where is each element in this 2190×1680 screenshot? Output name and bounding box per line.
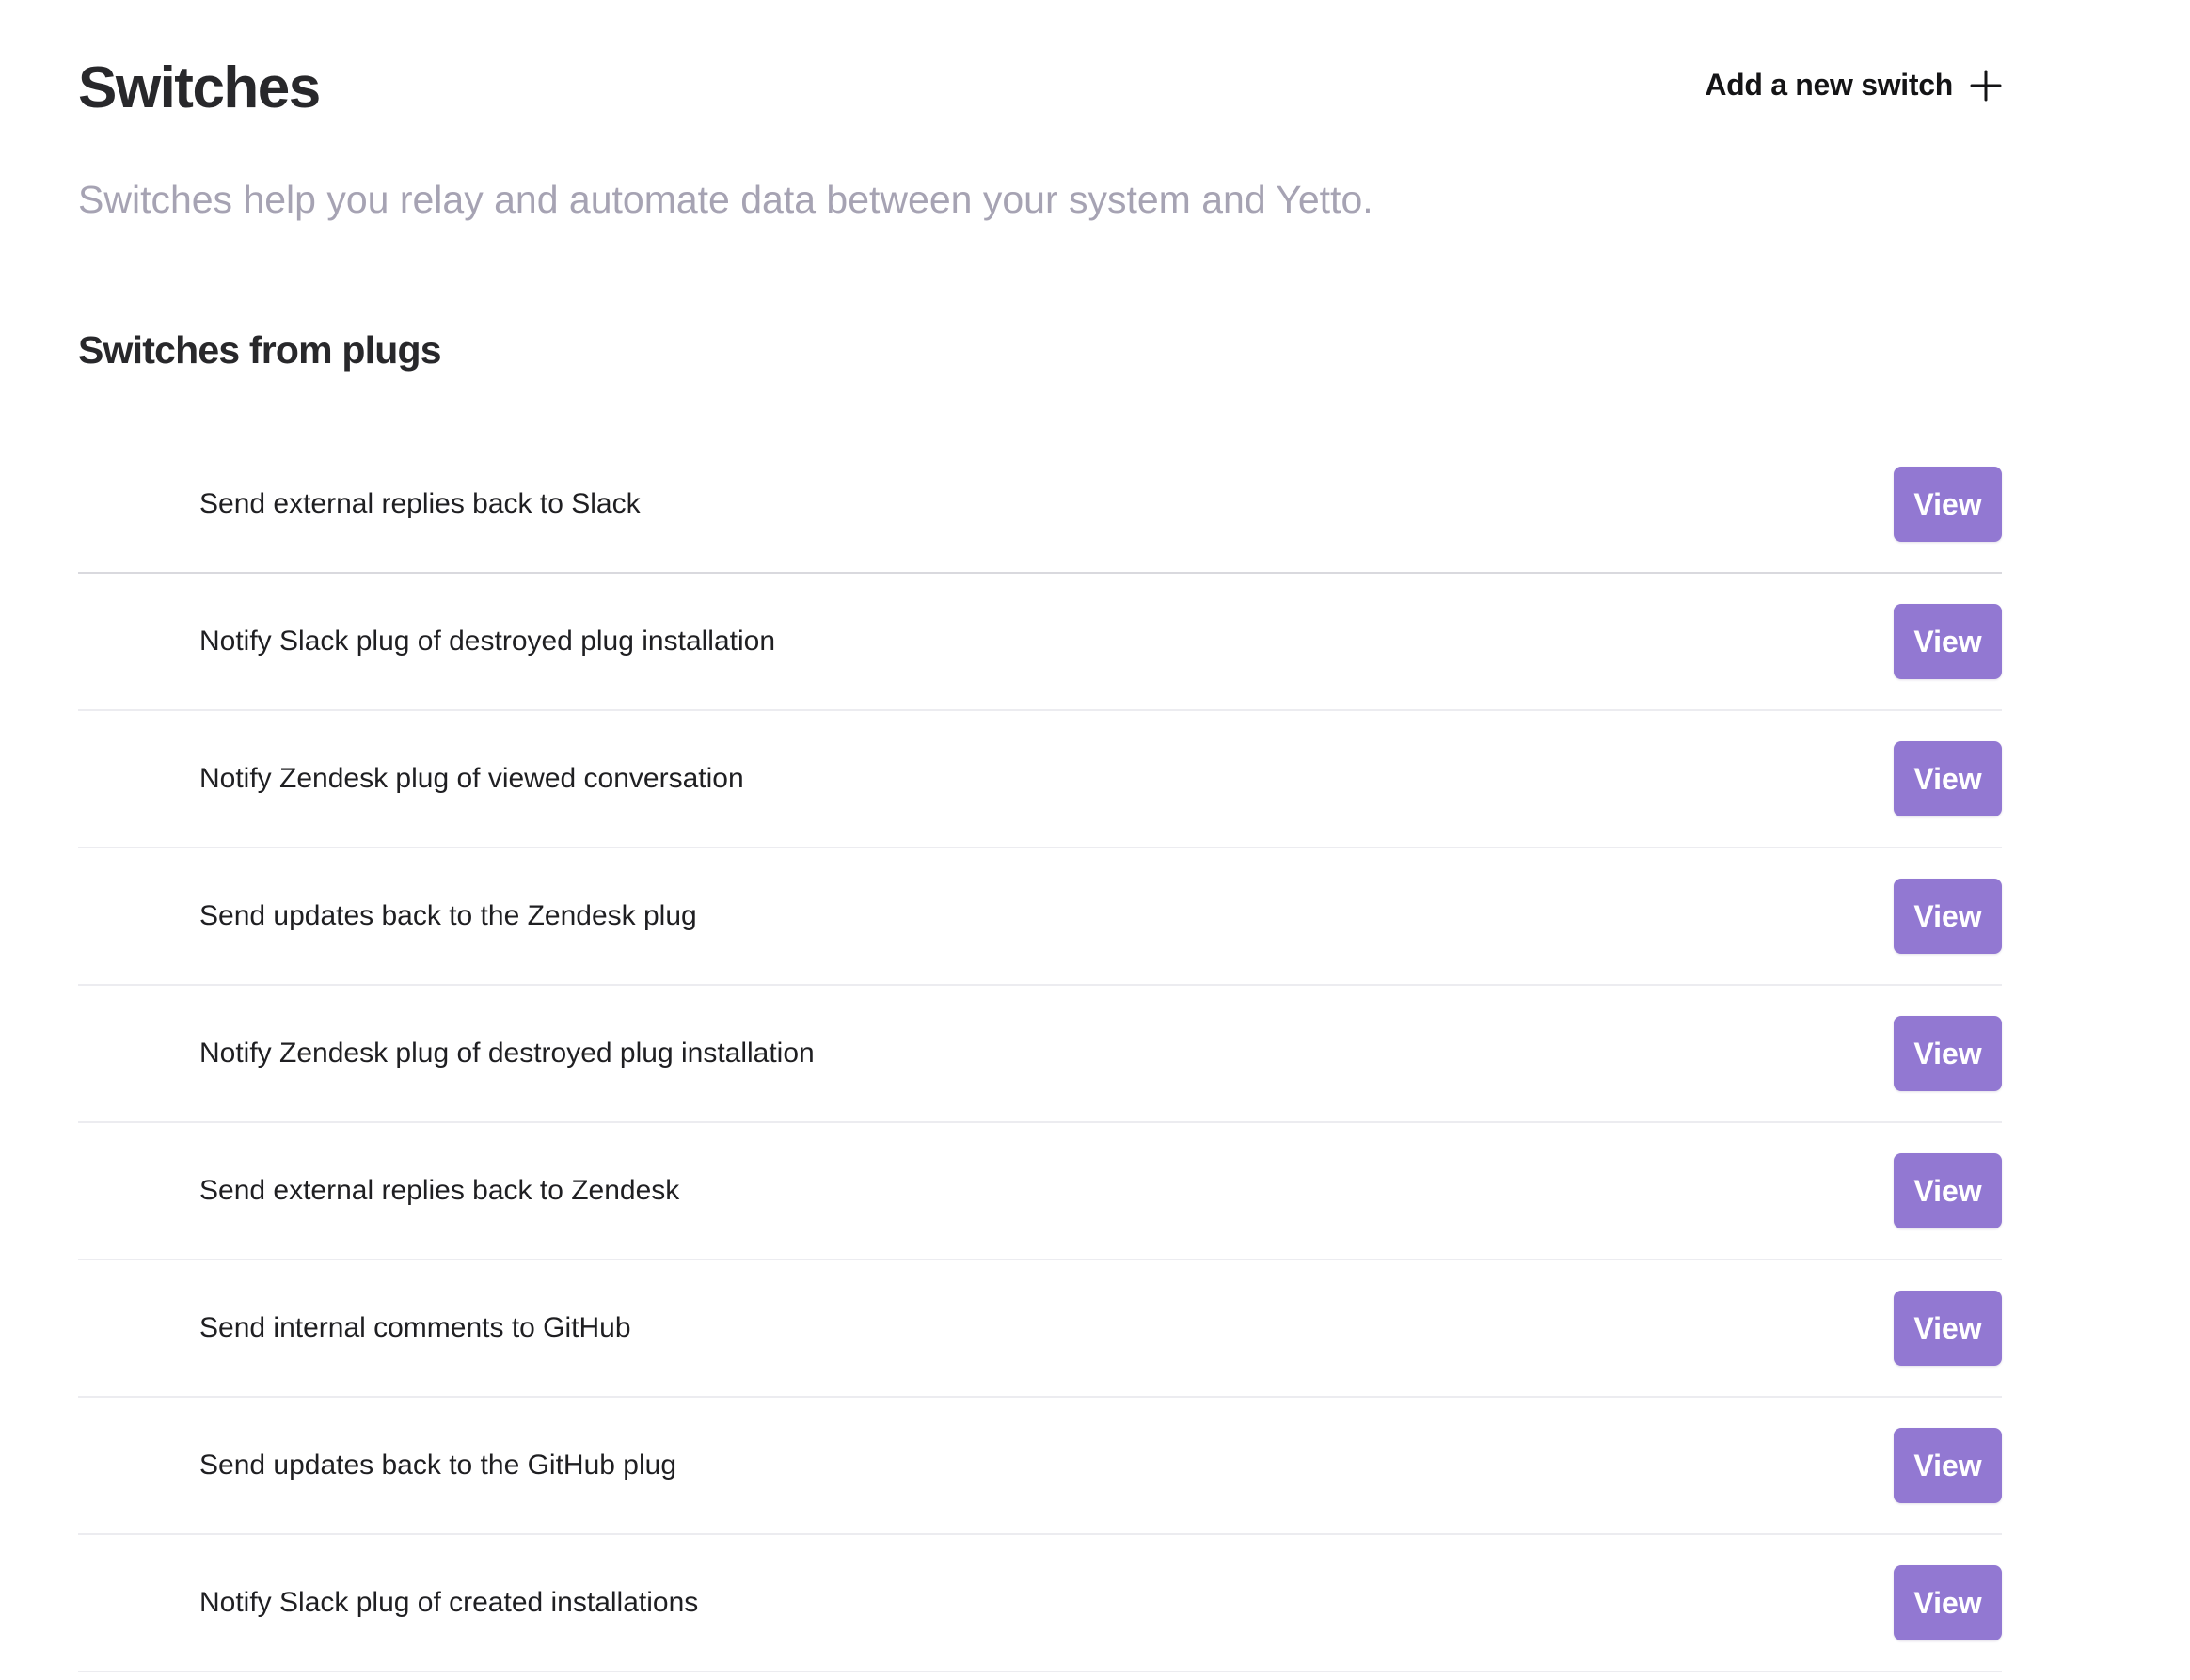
view-button[interactable]: View — [1894, 1153, 2002, 1228]
switch-label: Send internal comments to GitHub — [199, 1312, 631, 1343]
switch-row: Notify Slack plug of destroyed plug inst… — [78, 574, 2002, 711]
switch-row: Send updates back to the GitHub plug Vie… — [78, 1398, 2002, 1535]
view-button[interactable]: View — [1894, 879, 2002, 954]
switch-label: Notify Slack plug of created installatio… — [199, 1587, 699, 1618]
add-new-switch-button[interactable]: Add a new switch — [1705, 68, 2002, 103]
view-button[interactable]: View — [1894, 1565, 2002, 1640]
plus-icon — [1970, 70, 2002, 101]
page-header: Switches Add a new switch — [78, 47, 2002, 132]
page-description: Switches help you relay and automate dat… — [78, 178, 1373, 221]
switch-label: Send external replies back to Slack — [199, 488, 641, 519]
switch-row: Send internal comments to GitHub View — [78, 1260, 2002, 1398]
switch-label: Notify Zendesk plug of viewed conversati… — [199, 763, 744, 794]
switch-row: Send external replies back to Slack View — [78, 436, 2002, 574]
switch-row: Send external replies back to Zendesk Vi… — [78, 1123, 2002, 1260]
section-title: Switches from plugs — [78, 328, 442, 372]
switch-label: Send external replies back to Zendesk — [199, 1175, 680, 1206]
add-new-switch-label: Add a new switch — [1705, 68, 1953, 102]
view-button[interactable]: View — [1894, 604, 2002, 679]
view-button[interactable]: View — [1894, 467, 2002, 542]
switch-label: Send updates back to the Zendesk plug — [199, 900, 697, 931]
view-button[interactable]: View — [1894, 1428, 2002, 1503]
switch-label: Notify Zendesk plug of destroyed plug in… — [199, 1038, 815, 1069]
view-button[interactable]: View — [1894, 1016, 2002, 1091]
switch-row: Notify Zendesk plug of viewed conversati… — [78, 711, 2002, 848]
view-button[interactable]: View — [1894, 1291, 2002, 1366]
switch-row: Notify Slack plug of created installatio… — [78, 1535, 2002, 1672]
switches-page: Switches Add a new switch Switches help … — [0, 0, 2190, 1680]
switch-row: Send updates back to the Zendesk plug Vi… — [78, 848, 2002, 986]
page-title: Switches — [78, 55, 321, 120]
switch-label: Send updates back to the GitHub plug — [199, 1450, 677, 1481]
view-button[interactable]: View — [1894, 741, 2002, 816]
switch-label: Notify Slack plug of destroyed plug inst… — [199, 626, 776, 657]
switch-list: Send external replies back to Slack View… — [78, 436, 2002, 1672]
switch-row: Notify Zendesk plug of destroyed plug in… — [78, 986, 2002, 1123]
